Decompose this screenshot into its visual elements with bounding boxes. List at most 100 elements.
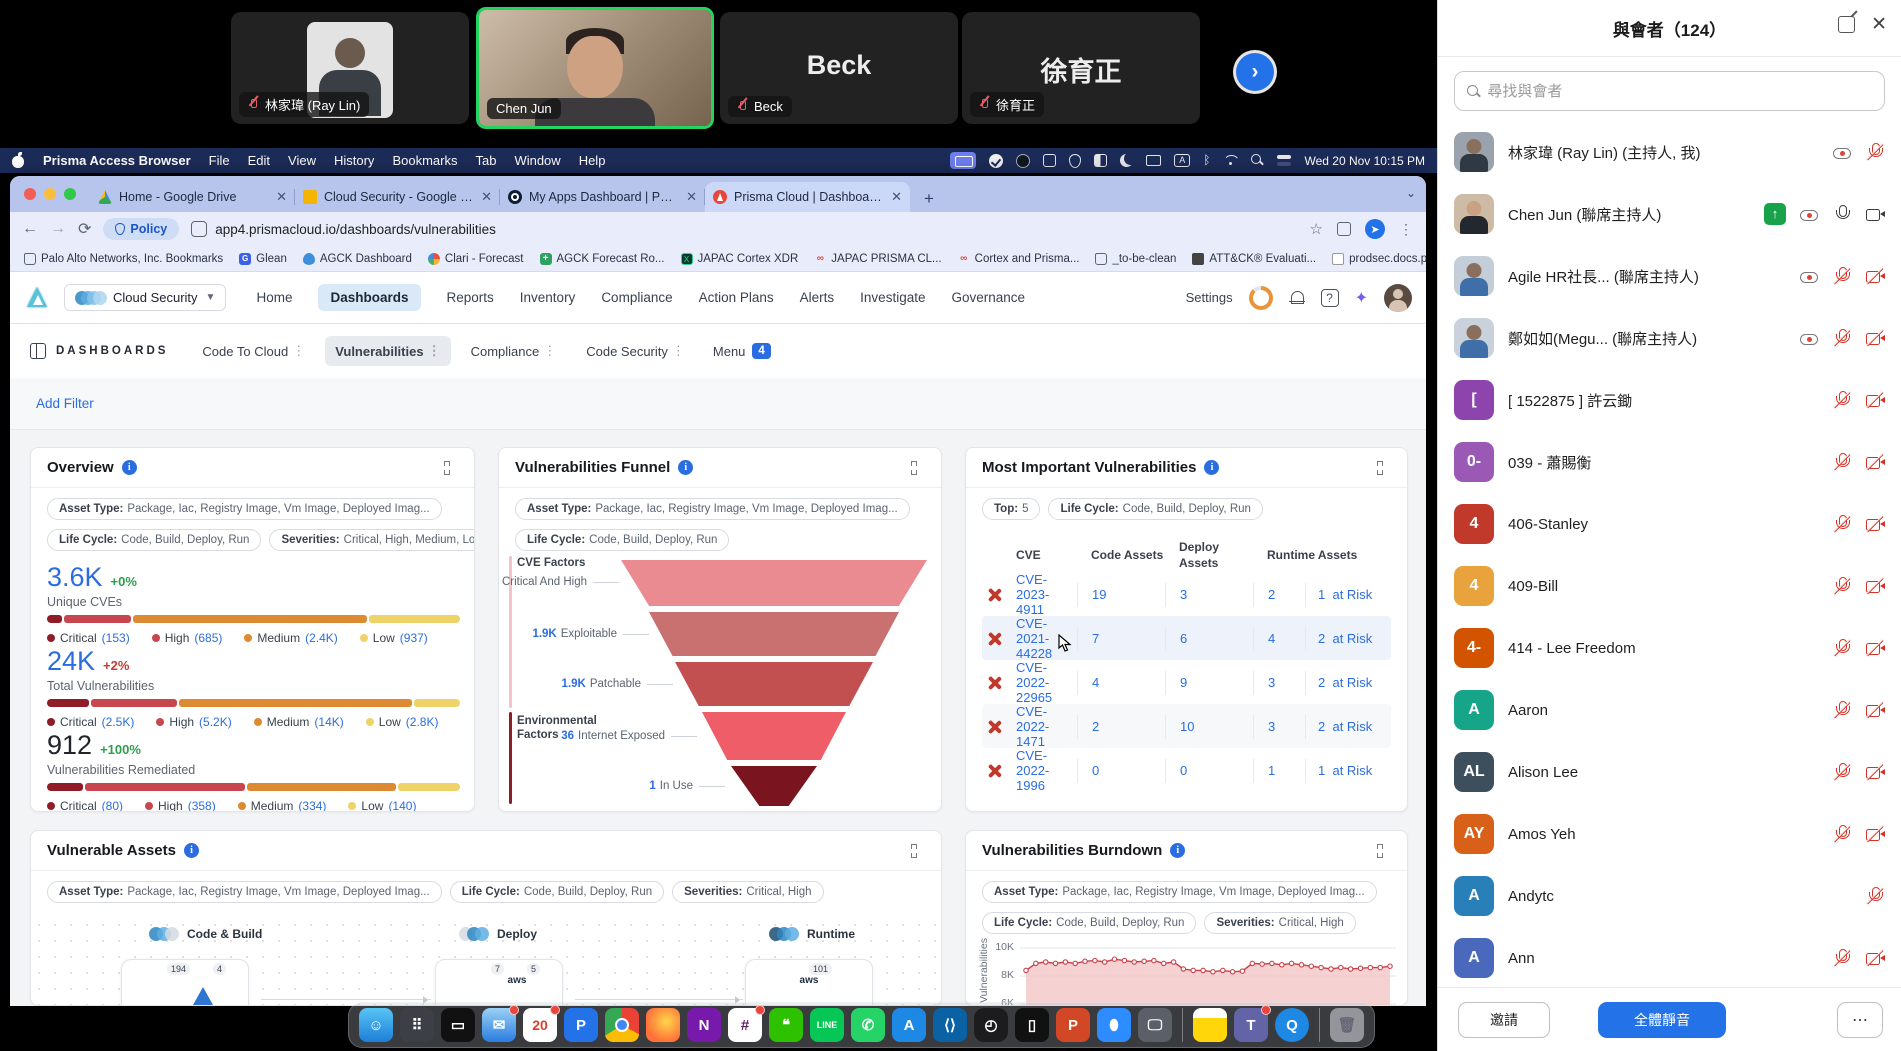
table-row-hovered[interactable]: CVE-2021-44228 764 2 at Risk: [982, 616, 1391, 660]
displays-icon[interactable]: [1146, 155, 1161, 166]
card-code-packages[interactable]: 194 4 198 Code Packages: [121, 959, 249, 1006]
expand-icon[interactable]: [911, 461, 925, 475]
dock-icon-quicktime[interactable]: Q: [1275, 1008, 1309, 1042]
card-registry-images[interactable]: 7 aws5 12 Registry Images: [435, 959, 563, 1006]
participant-row[interactable]: [ [ 1522875 ] 許云鋤: [1454, 369, 1885, 431]
expand-icon[interactable]: [444, 461, 458, 475]
back-button[interactable]: ←: [22, 220, 38, 238]
filter-pill-life-cycle[interactable]: Life Cycle:Code, Build, Deploy, Run: [450, 881, 664, 903]
site-info-icon[interactable]: [191, 221, 207, 237]
add-filter-link[interactable]: Add Filter: [36, 396, 94, 411]
filter-pill-life-cycle[interactable]: Life Cycle:Code, Build, Deploy, Run: [515, 529, 729, 551]
participant-row[interactable]: Chen Jun (聯席主持人) ↑: [1454, 183, 1885, 245]
participant-row[interactable]: Agile HR社長... (聯席主持人): [1454, 245, 1885, 307]
funnel-stage-exploitable[interactable]: [649, 612, 899, 656]
tab-kebab-icon[interactable]: ⋮: [543, 343, 556, 359]
participant-row[interactable]: 林家瑋 (Ray Lin) (主持人, 我): [1454, 121, 1885, 183]
tab-overflow-chevron-icon[interactable]: ⌄: [1406, 186, 1416, 200]
help-icon[interactable]: ?: [1321, 289, 1339, 307]
dock-icon-watch[interactable]: ◴: [974, 1008, 1008, 1042]
fullscreen-window-button[interactable]: [64, 188, 76, 200]
participant-row[interactable]: AY Amos Yeh: [1454, 803, 1885, 865]
browser-tab-prisma-cloud-active[interactable]: Prisma Cloud | Dashboards ✕: [705, 182, 910, 212]
close-tab-icon[interactable]: ✕: [481, 189, 492, 205]
dash-tab-code-security[interactable]: Code Security⋮: [576, 336, 695, 366]
dock-icon-chrome[interactable]: [605, 1008, 639, 1042]
usage-gauge[interactable]: [1249, 286, 1273, 310]
bookmark-item[interactable]: Palo Alto Networks, Inc. Bookmarks: [24, 253, 223, 265]
dock-icon-powerpoint[interactable]: P: [1056, 1008, 1090, 1042]
dock-icon-phone[interactable]: ▯: [1015, 1008, 1049, 1042]
info-icon[interactable]: i: [678, 460, 693, 475]
bookmark-star-icon[interactable]: ☆: [1310, 220, 1323, 238]
nav-investigate[interactable]: Investigate: [860, 290, 925, 305]
cve-link[interactable]: CVE-2023-4911: [1016, 572, 1077, 617]
dock-icon-slack[interactable]: #: [728, 1008, 762, 1042]
notifications-bell-icon[interactable]: [1289, 290, 1305, 306]
focus-moon-icon[interactable]: [1120, 154, 1133, 167]
tab-kebab-icon[interactable]: ⋮: [672, 343, 685, 359]
filter-pill-life-cycle[interactable]: Life Cycle:Code, Build, Deploy, Run: [982, 912, 1196, 934]
info-icon[interactable]: i: [184, 843, 199, 858]
nav-compliance[interactable]: Compliance: [601, 290, 672, 305]
participant-search-box[interactable]: [1454, 71, 1885, 111]
expand-icon[interactable]: [1377, 461, 1391, 475]
minimize-window-button[interactable]: [44, 188, 56, 200]
dock-icon-trash[interactable]: 🗑: [1330, 1008, 1364, 1042]
nav-reports[interactable]: Reports: [447, 290, 494, 305]
bookmark-item[interactable]: +AGCK Forecast Ro...: [540, 253, 665, 265]
cve-link[interactable]: CVE-2022-1996: [1016, 748, 1077, 793]
dock-icon-line[interactable]: LINE: [810, 1008, 844, 1042]
dashboards-grid-icon[interactable]: [30, 343, 46, 359]
participant-row[interactable]: 0- 039 - 蕭賜衡: [1454, 431, 1885, 493]
tab-kebab-icon[interactable]: ⋮: [292, 343, 305, 359]
bluetooth-icon[interactable]: ᛒ: [1203, 154, 1210, 167]
menu-window[interactable]: Window: [514, 153, 560, 168]
dock-icon-wechat[interactable]: ❝: [769, 1008, 803, 1042]
menu-view[interactable]: View: [288, 153, 316, 168]
bookmark-item[interactable]: ∞JAPAC PRISMA CL...: [814, 253, 941, 265]
participant-row[interactable]: 4- 414 - Lee Freedom: [1454, 617, 1885, 679]
browser-tab-google-drive[interactable]: Home - Google Drive ✕: [90, 182, 295, 212]
funnel-stage-internet-exposed[interactable]: [702, 712, 846, 760]
table-row[interactable]: CVE-2023-4911 1932 1 at Risk: [982, 572, 1391, 616]
filter-pill-life-cycle[interactable]: Life Cycle:Code, Build, Deploy, Run: [47, 529, 261, 551]
extensions-icon[interactable]: [1337, 222, 1351, 236]
browser-tab-my-apps[interactable]: My Apps Dashboard | Palo Alt ✕: [500, 182, 705, 212]
dock-icon-mail[interactable]: ✉: [482, 1008, 516, 1042]
cube-icon[interactable]: [1043, 154, 1056, 167]
close-icon[interactable]: ✕: [1871, 16, 1887, 33]
dock-icon-iphone-mirroring[interactable]: ▭: [441, 1008, 475, 1042]
close-window-button[interactable]: [24, 188, 36, 200]
close-tab-icon[interactable]: ✕: [276, 189, 287, 205]
filter-pill-severities[interactable]: Severities:Critical, High: [1204, 912, 1355, 934]
more-options-button[interactable]: ⋯: [1837, 1002, 1883, 1038]
close-tab-icon[interactable]: ✕: [686, 189, 697, 205]
product-selector-dropdown[interactable]: Cloud Security ▼: [64, 284, 226, 311]
browser-menu-kebab-icon[interactable]: ⋮: [1399, 221, 1414, 238]
dash-tab-code-to-cloud[interactable]: Code To Cloud⋮: [192, 336, 315, 366]
prisma-logo-icon[interactable]: [24, 285, 50, 311]
dock-icon-finder[interactable]: ☺: [359, 1008, 393, 1042]
dash-tabs-menu-dropdown[interactable]: Menu4: [705, 336, 779, 366]
spotlight-search-icon[interactable]: [1251, 154, 1264, 167]
menu-edit[interactable]: Edit: [248, 153, 270, 168]
filter-pill-asset-type[interactable]: Asset Type:Package, Iac, Registry Image,…: [47, 881, 442, 903]
funnel-stage-patchable[interactable]: [675, 662, 873, 706]
menu-history[interactable]: History: [334, 153, 374, 168]
table-row[interactable]: CVE-2022-22965 493 2 at Risk: [982, 660, 1391, 704]
nav-home[interactable]: Home: [256, 290, 292, 305]
tab-kebab-icon[interactable]: ⋮: [428, 343, 441, 359]
close-tab-icon[interactable]: ✕: [891, 189, 902, 205]
mute-all-button[interactable]: 全體靜音: [1598, 1002, 1726, 1038]
bookmark-item[interactable]: Clari - Forecast: [428, 253, 524, 265]
nav-alerts[interactable]: Alerts: [800, 290, 835, 305]
dock-icon-teams[interactable]: T: [1234, 1008, 1268, 1042]
participant-row[interactable]: A Ann: [1454, 927, 1885, 987]
new-tab-button[interactable]: +: [916, 186, 942, 212]
filter-pill-severities[interactable]: Severities:Critical, High, Medium, Low: [269, 529, 475, 551]
policy-button[interactable]: Policy: [103, 218, 179, 240]
table-row[interactable]: CVE-2022-1996 001 1 at Risk: [982, 748, 1391, 792]
dock-icon-prisma-browser[interactable]: P: [564, 1008, 598, 1042]
dock-icon-notes[interactable]: [1193, 1008, 1227, 1042]
